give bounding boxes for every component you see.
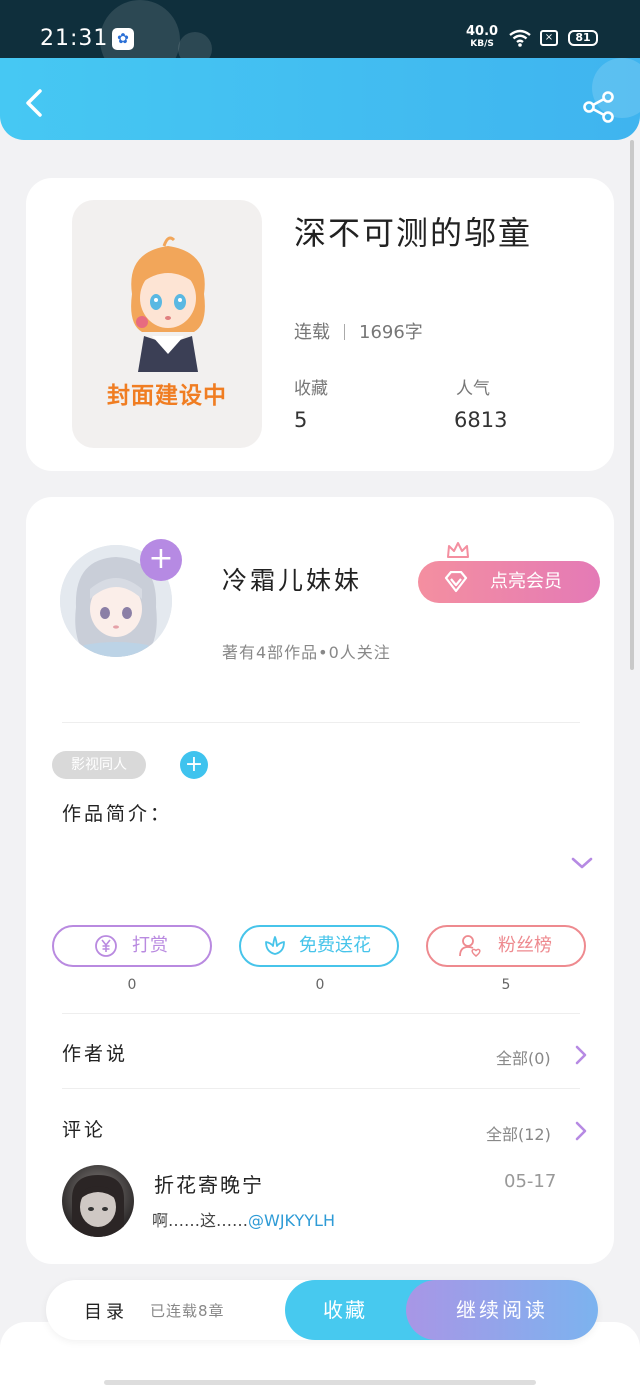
- commenter-avatar-illustration: [72, 1175, 124, 1237]
- net-speed: 40.0 KB/S: [466, 24, 499, 50]
- fan-count: 5: [501, 977, 511, 993]
- book-status: 连载: [294, 322, 330, 343]
- follow-author-button[interactable]: +: [140, 539, 182, 581]
- popularity-value: 6813: [454, 408, 508, 432]
- chevron-down-icon[interactable]: [570, 855, 594, 871]
- cover-placeholder-text: 封面建设中: [107, 383, 227, 409]
- status-bar: 21:31 ✿ 40.0 KB/S × 81: [0, 0, 640, 80]
- diamond-icon: [444, 571, 468, 593]
- flower-count: 0: [315, 977, 325, 993]
- cover-character-illustration: [131, 236, 205, 372]
- add-tag-button[interactable]: +: [180, 751, 208, 779]
- fan-ranking-button[interactable]: 粉丝榜: [426, 925, 586, 967]
- chevron-right-icon[interactable]: [574, 1045, 588, 1065]
- favorite-button-label: 收藏: [323, 1298, 367, 1322]
- vip-button-label: 点亮会员: [490, 571, 562, 592]
- comments-title: 评论: [62, 1119, 107, 1141]
- author-says-title: 作者说: [62, 1043, 129, 1065]
- home-indicator[interactable]: [104, 1380, 536, 1385]
- tip-button-label: 打赏: [132, 935, 168, 956]
- net-speed-value: 40.0: [466, 24, 499, 39]
- net-speed-unit: KB/S: [470, 39, 494, 49]
- details-card: + 冷霜儿妹妹 著有4部作品•0人关注 点亮会员 影视同人 + 作品简介： 打赏…: [26, 497, 614, 1264]
- share-icon[interactable]: [582, 90, 616, 124]
- word-count: 1696字: [359, 322, 423, 343]
- crown-icon: [447, 542, 469, 558]
- flower-icon: [265, 936, 285, 955]
- battery-indicator: 81: [568, 30, 598, 46]
- author-says-all-link[interactable]: 全部(0): [496, 1045, 551, 1069]
- header-bar: [0, 58, 640, 140]
- favorites-value: 5: [294, 408, 308, 432]
- divider: [62, 722, 580, 723]
- continue-reading-button[interactable]: 继续阅读: [406, 1280, 598, 1340]
- yen-coin-icon: [95, 935, 117, 957]
- commenter-name[interactable]: 折花寄晚宁: [154, 1169, 264, 1198]
- book-title: 深不可测的邬童: [294, 214, 533, 252]
- fan-user-icon: [459, 935, 481, 957]
- tip-count: 0: [127, 977, 137, 993]
- send-flower-button[interactable]: 免费送花: [239, 925, 399, 967]
- send-flower-label: 免费送花: [299, 935, 371, 956]
- book-info-card: 封面建设中 深不可测的邬童 连载 1696字 收藏 5 人气 6813: [26, 178, 614, 471]
- scrollbar[interactable]: [630, 140, 634, 670]
- chapter-status: 已连载8章: [150, 1302, 225, 1320]
- comments-all-link[interactable]: 全部(12): [486, 1121, 551, 1145]
- popularity-label: 人气: [456, 379, 490, 399]
- comment-body: 啊……这……: [152, 1211, 249, 1230]
- wifi-icon: [509, 29, 531, 47]
- baidu-app-icon: ✿: [112, 28, 134, 50]
- chevron-right-icon[interactable]: [574, 1121, 588, 1141]
- comment-date: 05-17: [504, 1171, 557, 1192]
- vip-button[interactable]: 点亮会员: [418, 561, 600, 603]
- favorites-label: 收藏: [294, 379, 328, 399]
- commenter-avatar[interactable]: [62, 1165, 134, 1237]
- book-cover[interactable]: 封面建设中: [72, 200, 262, 448]
- book-meta: 连载 1696字: [294, 318, 423, 344]
- author-info: 著有4部作品•0人关注: [222, 643, 391, 662]
- sim-icon: ×: [540, 30, 558, 46]
- author-name[interactable]: 冷霜儿妹妹: [222, 561, 362, 597]
- divider: [62, 1013, 580, 1014]
- intro-label: 作品简介：: [62, 803, 173, 825]
- fan-ranking-label: 粉丝榜: [498, 935, 552, 956]
- meta-separator: [344, 324, 345, 340]
- tip-button[interactable]: 打赏: [52, 925, 212, 967]
- divider: [62, 1088, 580, 1089]
- bottom-action-bar: 目录 已连载8章 收藏 继续阅读: [46, 1280, 598, 1340]
- back-arrow-icon[interactable]: [20, 88, 50, 118]
- comment-text[interactable]: 啊……这……@WJKYYLH: [152, 1207, 335, 1231]
- table-of-contents-button[interactable]: 目录: [84, 1298, 128, 1324]
- genre-tag[interactable]: 影视同人: [52, 751, 146, 779]
- comment-mention[interactable]: @WJKYYLH: [248, 1211, 335, 1230]
- status-time: 21:31: [40, 26, 109, 51]
